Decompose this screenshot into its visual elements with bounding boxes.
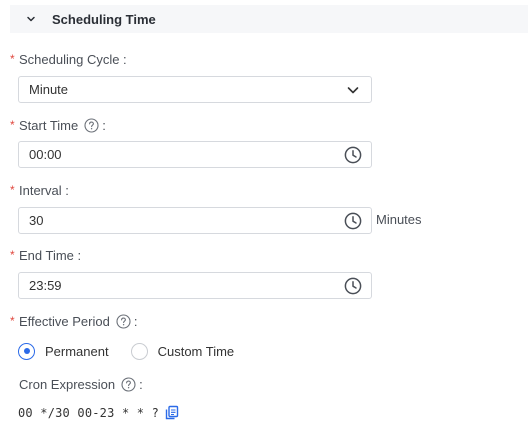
required-mark: * [10,248,15,262]
effective-period-radio-group: Permanent Custom Time [18,341,256,361]
effective-period-label: * Effective Period : [10,312,137,330]
radio-permanent[interactable]: Permanent [18,342,109,360]
radio-circle[interactable] [130,342,148,360]
cron-expression-colon: : [139,376,143,392]
radio-permanent-label[interactable]: Permanent [45,344,109,359]
clock-icon[interactable] [344,212,362,230]
help-circle-icon[interactable] [116,313,131,329]
required-mark: * [10,183,15,197]
end-time-value: 23:59 [29,278,62,293]
interval-unit: Minutes [376,212,422,227]
interval-input[interactable]: 30 [18,207,372,234]
clock-icon[interactable] [344,277,362,295]
chevron-down-icon [24,12,38,26]
scheduling-cycle-label-text: Scheduling Cycle : [19,51,127,67]
required-mark: * [10,52,15,66]
help-circle-icon[interactable] [84,117,99,133]
interval-label: * Interval : [10,181,69,199]
end-time-label: * End Time : [10,246,81,264]
help-circle-icon[interactable] [121,376,136,392]
required-mark: * [10,314,15,328]
section-header-scheduling-time[interactable]: Scheduling Time [10,5,528,33]
radio-custom-time[interactable]: Custom Time [130,342,235,360]
clock-icon[interactable] [344,146,362,164]
cron-expression-label: Cron Expression : [10,375,143,393]
start-time-picker[interactable]: 00:00 [18,141,372,168]
radio-custom-time-label[interactable]: Custom Time [158,344,235,359]
effective-period-label-text: Effective Period [19,313,110,329]
scheduling-cycle-label: * Scheduling Cycle : [10,50,127,68]
start-time-value: 00:00 [29,147,62,162]
radio-dot [23,348,30,354]
cron-expression-label-text: Cron Expression [19,376,116,392]
copy-icon[interactable] [165,405,179,420]
interval-label-text: Interval : [19,182,69,198]
chevron-down-icon[interactable] [344,81,362,99]
section-title: Scheduling Time [52,11,156,27]
interval-value: 30 [29,213,44,228]
required-mark: * [10,118,15,132]
scheduling-cycle-value: Minute [29,82,69,97]
scheduling-cycle-select[interactable]: Minute [18,76,372,103]
end-time-label-text: End Time : [19,247,82,263]
start-time-label-text: Start Time [19,117,79,133]
radio-circle[interactable] [18,342,35,360]
cron-expression-value: 00 */30 00-23 * * ? [18,405,160,420]
cron-expression-row: 00 */30 00-23 * * ? [18,405,179,420]
start-time-label: * Start Time : [10,116,106,134]
end-time-picker[interactable]: 23:59 [18,272,372,299]
start-time-colon: : [102,117,106,133]
effective-period-colon: : [133,313,138,329]
